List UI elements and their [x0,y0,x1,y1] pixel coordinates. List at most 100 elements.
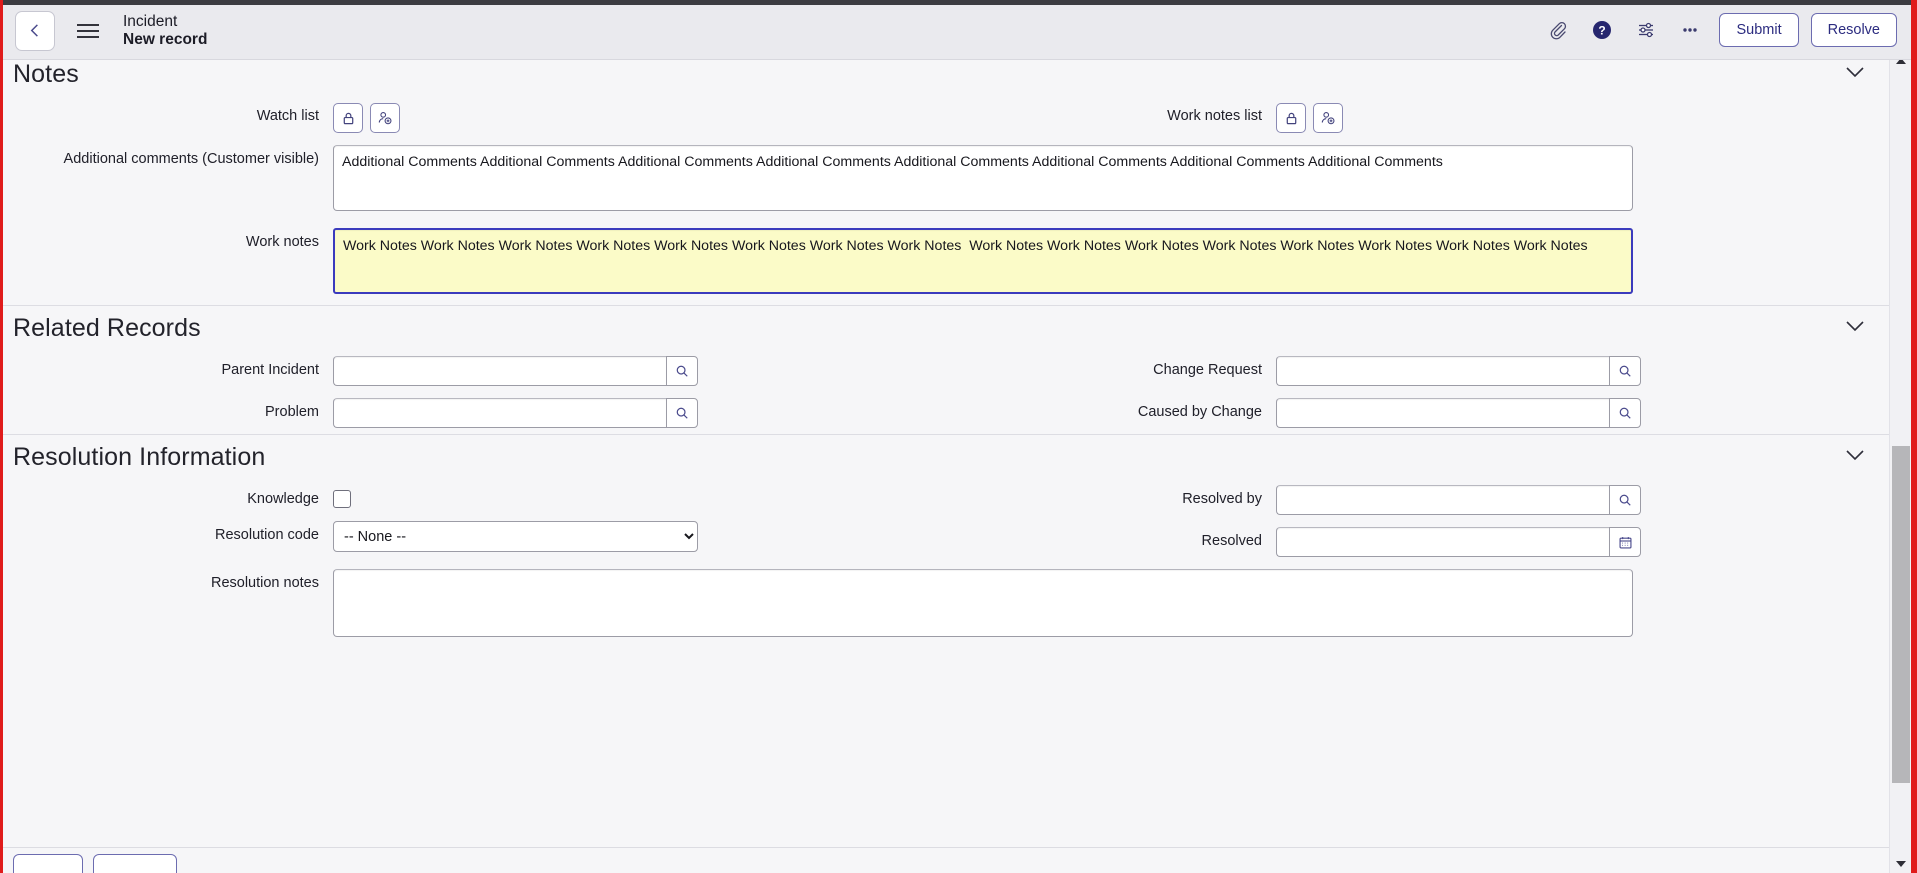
search-icon[interactable] [1609,398,1641,428]
caused-by-change-input[interactable] [1276,398,1609,428]
lock-icon[interactable] [333,103,363,133]
caused-by-change-field [1276,398,1889,428]
resolution-left-col: Knowledge Resolution code -- None -- [3,479,946,563]
field-work-notes: Work notes [3,222,1889,305]
record-state-label: New record [123,31,208,48]
resolution-code-label: Resolution code [215,527,319,544]
work-notes-input[interactable] [333,228,1633,294]
more-options-icon[interactable] [1673,13,1707,47]
hamburger-bar [77,36,99,38]
search-icon[interactable] [666,398,698,428]
resolution-code-field: -- None -- [333,521,946,553]
additional-comments-field [333,145,1889,216]
resolved-by-label: Resolved by [1182,491,1262,507]
related-left-col: Parent Incident Problem [3,350,946,434]
section-header-resolution-information[interactable]: Resolution Information [3,435,1889,479]
caused-by-change-input-wrap [1276,398,1641,428]
personalize-icon[interactable] [1629,13,1663,47]
watch-list-label: Watch list [256,108,319,124]
work-notes-field [333,228,1889,299]
scroll-down-arrow-icon[interactable] [1890,855,1911,873]
parent-incident-label: Parent Incident [221,362,319,378]
field-watch-list: Watch list [3,96,946,139]
field-resolution-code: Resolution code -- None -- [3,515,946,558]
search-icon[interactable] [1609,485,1641,515]
field-knowledge: Knowledge [3,479,946,515]
resolution-notes-label: Resolution notes [210,575,319,591]
parent-incident-input[interactable] [333,356,666,386]
record-type-label: Incident [123,12,178,30]
attachment-icon[interactable] [1541,13,1575,47]
resolution-notes-field [333,569,1889,642]
resolution-code-select[interactable]: -- None -- [333,521,698,553]
section-header-related-records[interactable]: Related Records [3,306,1889,350]
notes-right-col: Work notes list [946,96,1889,139]
footer-button-secondary[interactable] [93,854,177,873]
section-resolution-information: Resolution Information Knowledge Resolut… [3,435,1889,648]
search-icon[interactable] [666,356,698,386]
field-additional-comments: Additional comments (Customer visible) [3,139,1889,222]
knowledge-label: Knowledge [247,491,319,507]
submit-button[interactable]: Submit [1719,12,1799,47]
notes-left-col: Watch list [3,96,946,139]
back-button[interactable] [15,10,55,51]
scrollbar-thumb[interactable] [1892,446,1910,783]
add-user-icon[interactable] [1313,103,1343,133]
calendar-icon[interactable] [1609,527,1641,557]
section-related-records: Related Records Parent Incident Problem … [3,306,1889,434]
field-resolved-by: Resolved by [946,479,1889,521]
resolved-input-wrap [1276,527,1641,557]
form-body: Notes Watch list Work notes list Additio… [3,52,1889,873]
app-viewport: Incident New record ? Submit Resolve Not… [0,0,1917,873]
vertical-scrollbar[interactable] [1889,52,1911,873]
section-title-related-records: Related Records [13,313,201,342]
additional-comments-input[interactable] [333,145,1633,211]
hamburger-bar [77,30,99,32]
resolved-by-input-wrap [1276,485,1641,515]
record-title-block: Incident New record [123,13,207,50]
field-resolved: Resolved [946,521,1889,563]
problem-field [333,398,946,428]
footer-button-primary[interactable] [13,854,83,873]
change-request-input[interactable] [1276,356,1609,386]
lock-icon[interactable] [1276,103,1306,133]
field-problem: Problem [3,392,946,434]
form-footer-actions [3,847,1889,873]
change-request-input-wrap [1276,356,1641,386]
section-notes: Notes Watch list Work notes list Additio… [3,52,1889,305]
section-title-resolution-information: Resolution Information [13,442,266,471]
chevron-down-icon[interactable] [1843,448,1867,467]
resolution-notes-input[interactable] [333,569,1633,637]
chevron-down-icon[interactable] [1843,65,1867,84]
add-user-icon[interactable] [370,103,400,133]
resolved-by-field [1276,485,1889,515]
resolve-button[interactable]: Resolve [1810,12,1897,47]
watch-list-controls [333,102,946,133]
resolved-by-input[interactable] [1276,485,1609,515]
knowledge-field [333,485,946,508]
problem-input[interactable] [333,398,666,428]
related-right-col: Change Request Caused by Change [946,350,1889,434]
section-title-notes: Notes [13,59,79,88]
resolved-field [1276,527,1889,557]
change-request-label: Change Request [1153,362,1262,378]
parent-incident-input-wrap [333,356,698,386]
resolved-input[interactable] [1276,527,1609,557]
field-resolution-notes: Resolution notes [3,563,1889,648]
chevron-left-icon [30,24,38,37]
work-notes-list-label: Work notes list [1167,108,1262,124]
problem-input-wrap [333,398,698,428]
field-parent-incident: Parent Incident [3,350,946,392]
additional-comments-label: Additional comments (Customer visible) [63,151,319,167]
notes-list-row: Watch list Work notes list [3,96,1889,139]
menu-button[interactable] [77,19,101,43]
resolution-right-col: Resolved by Resolved [946,479,1889,563]
knowledge-checkbox[interactable] [333,490,351,508]
search-icon[interactable] [1609,356,1641,386]
hamburger-bar [77,24,99,26]
help-icon[interactable]: ? [1585,13,1619,47]
field-caused-by-change: Caused by Change [946,392,1889,434]
chevron-down-icon[interactable] [1843,319,1867,338]
field-work-notes-list: Work notes list [946,96,1889,139]
problem-label: Problem [265,404,319,420]
